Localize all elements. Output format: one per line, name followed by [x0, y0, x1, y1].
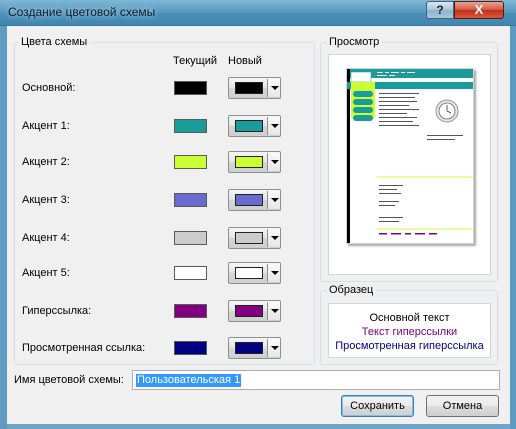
current-color-swatch	[174, 341, 207, 355]
current-color-swatch	[174, 304, 207, 318]
chevron-down-icon[interactable]	[267, 264, 280, 282]
scheme-name-label: Имя цветовой схемы:	[14, 374, 124, 386]
color-row-label: Гиперссылка:	[22, 305, 92, 317]
sample-visited-link-text: Просмотренная гиперссылка	[335, 340, 484, 352]
color-row-label: Акцент 2:	[22, 156, 70, 168]
scheme-name-input[interactable]: Пользовательская 1	[132, 370, 500, 390]
new-color-picker[interactable]	[228, 115, 281, 137]
current-color-swatch	[174, 119, 207, 133]
color-row-label: Акцент 1:	[22, 120, 70, 132]
color-row-label: Акцент 5:	[22, 267, 70, 279]
new-color-picker[interactable]	[228, 227, 281, 249]
preview-document	[346, 68, 474, 244]
current-column-header: Текущий	[173, 55, 217, 67]
chevron-down-icon[interactable]	[267, 339, 280, 357]
chevron-down-icon[interactable]	[267, 191, 280, 209]
sample-main-text: Основной текст	[369, 312, 450, 324]
chevron-down-icon[interactable]	[267, 153, 280, 171]
new-color-picker[interactable]	[228, 189, 281, 211]
new-color-picker[interactable]	[228, 151, 281, 173]
scheme-colors-group-label: Цвета схемы	[18, 36, 91, 48]
preview-nav-pill	[353, 99, 373, 105]
color-row-label: Основной:	[22, 82, 76, 94]
new-color-swatch	[235, 194, 263, 206]
preview-lower-text	[379, 185, 403, 222]
new-color-swatch	[235, 267, 263, 279]
preview-nav-pill	[353, 91, 373, 97]
preview-group-label: Просмотр	[326, 36, 383, 48]
window-frame-left	[0, 26, 7, 429]
new-color-swatch	[235, 232, 263, 244]
scheme-name-value: Пользовательская 1	[136, 374, 242, 387]
current-color-swatch	[174, 266, 207, 280]
new-color-picker[interactable]	[228, 77, 281, 99]
new-color-swatch	[235, 305, 263, 317]
cancel-button[interactable]: Отмена	[426, 395, 499, 417]
new-column-header: Новый	[228, 55, 262, 67]
sample-area: Основной текст Текст гиперссылки Просмот…	[328, 303, 491, 358]
close-button[interactable]: X	[454, 1, 504, 19]
new-color-picker[interactable]	[228, 300, 281, 322]
preview-left-border	[347, 69, 350, 243]
color-row-label: Акцент 3:	[22, 194, 70, 206]
chevron-down-icon[interactable]	[267, 117, 280, 135]
help-button[interactable]: ?	[426, 1, 454, 19]
new-color-swatch	[235, 82, 263, 94]
save-button[interactable]: Сохранить	[341, 395, 414, 417]
new-color-picker[interactable]	[228, 262, 281, 284]
new-color-picker[interactable]	[228, 337, 281, 359]
color-row-label: Акцент 4:	[22, 232, 70, 244]
current-color-swatch	[174, 193, 207, 207]
preview-document-thumbnail	[347, 69, 473, 243]
current-color-swatch	[174, 155, 207, 169]
sample-group-label: Образец	[326, 284, 377, 296]
new-color-swatch	[235, 342, 263, 354]
chevron-down-icon[interactable]	[267, 79, 280, 97]
title-bar: Создание цветовой схемы ? X	[0, 0, 516, 26]
new-color-swatch	[235, 120, 263, 132]
preview-nav-pill	[353, 115, 373, 121]
sample-hyperlink-text: Текст гиперссылки	[361, 326, 458, 338]
preview-footer-links	[379, 233, 437, 235]
current-color-swatch	[174, 81, 207, 95]
chevron-down-icon[interactable]	[267, 302, 280, 320]
chevron-down-icon[interactable]	[267, 229, 280, 247]
current-color-swatch	[174, 231, 207, 245]
window-title: Создание цветовой схемы	[8, 5, 156, 19]
window-frame-right	[510, 26, 516, 429]
color-row-label: Просмотренная ссылка:	[22, 342, 146, 354]
preview-logo-box	[350, 71, 372, 83]
new-color-swatch	[235, 156, 263, 168]
preview-nav-pill	[353, 107, 373, 113]
